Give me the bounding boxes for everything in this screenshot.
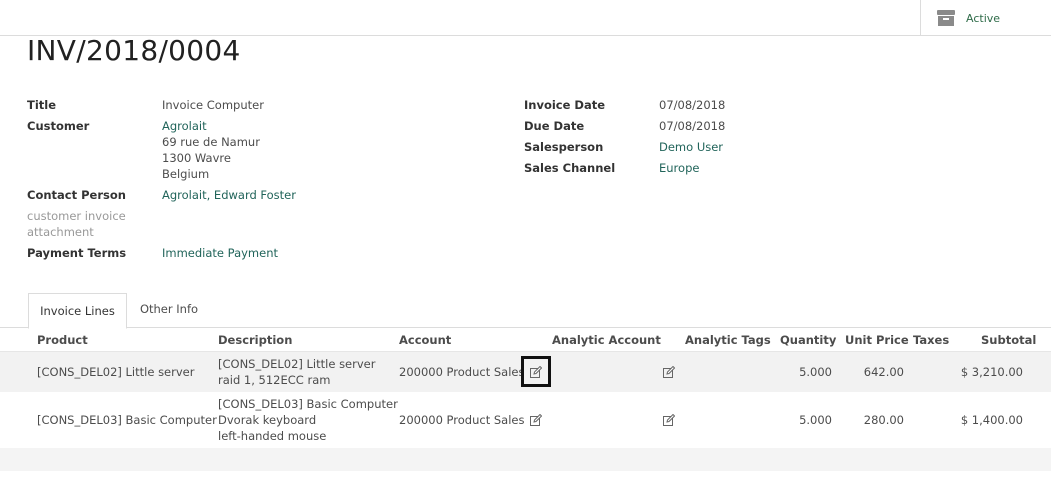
focus-highlight: [521, 356, 551, 387]
attachment-label: customer invoice: [27, 209, 126, 223]
table-header: Product Description Account Analytic Acc…: [0, 329, 1051, 351]
cell-unit-price: 642.00: [863, 365, 904, 379]
customer-link[interactable]: Agrolait: [162, 118, 207, 134]
column-header-description[interactable]: Description: [218, 333, 292, 347]
customer-label: Customer: [27, 119, 90, 133]
customer-address-line: Belgium: [162, 167, 210, 181]
sales-channel-link[interactable]: Europe: [659, 160, 699, 176]
sales-channel-label: Sales Channel: [524, 161, 616, 175]
table-row-empty[interactable]: [0, 448, 1051, 471]
cell-quantity: 5.000: [799, 365, 832, 379]
payment-terms-label: Payment Terms: [27, 246, 127, 260]
cell-description-line: Dvorak keyboard: [218, 413, 317, 427]
cell-product: [CONS_DEL02] Little server: [37, 365, 195, 379]
cell-description-line: left-handed mouse: [218, 429, 327, 443]
cell-subtotal: $ 1,400.00: [960, 413, 1023, 427]
tab-invoice-lines[interactable]: Invoice Lines: [28, 293, 127, 329]
salesperson-link[interactable]: Demo User: [659, 139, 723, 155]
page-title: INV/2018/0004: [27, 34, 241, 67]
top-bar: Active: [0, 0, 1051, 36]
customer-address-line: 1300 Wavre: [162, 151, 231, 165]
invoice-date-value: 07/08/2018: [659, 98, 726, 112]
title-value: Invoice Computer: [162, 98, 264, 112]
cell-description-line: [CONS_DEL02] Little server: [218, 357, 376, 371]
invoice-date-label: Invoice Date: [524, 98, 606, 112]
column-header-analytic-tags[interactable]: Analytic Tags: [685, 333, 771, 347]
due-date-value: 07/08/2018: [659, 119, 726, 133]
table-row[interactable]: [CONS_DEL03] Basic Computer [CONS_DEL03]…: [0, 392, 1051, 448]
customer-address-line: 69 rue de Namur: [162, 135, 260, 149]
due-date-label: Due Date: [524, 119, 585, 133]
edit-icon[interactable]: [663, 366, 675, 378]
cell-description-line: raid 1, 512ECC ram: [218, 373, 331, 387]
title-label: Title: [27, 98, 57, 112]
notebook-tabs: Invoice Lines Other Info: [0, 291, 1051, 329]
column-header-unit-price[interactable]: Unit Price: [845, 333, 909, 347]
tab-other-info[interactable]: Other Info: [129, 291, 209, 326]
edit-icon[interactable]: [663, 414, 675, 426]
column-header-quantity[interactable]: Quantity: [780, 333, 836, 347]
cell-quantity: 5.000: [799, 413, 832, 427]
contact-person-link[interactable]: Agrolait, Edward Foster: [162, 187, 296, 203]
cell-subtotal: $ 3,210.00: [960, 365, 1023, 379]
column-header-taxes[interactable]: Taxes: [913, 333, 949, 347]
cell-unit-price: 280.00: [863, 413, 904, 427]
cell-account: 200000 Product Sales: [399, 413, 525, 427]
column-header-analytic-account[interactable]: Analytic Account: [552, 333, 661, 347]
status-label: Active: [966, 11, 1001, 25]
column-header-account[interactable]: Account: [399, 333, 451, 347]
payment-terms-link[interactable]: Immediate Payment: [162, 245, 278, 261]
attachment-label: attachment: [27, 225, 94, 239]
edit-icon[interactable]: [530, 414, 542, 426]
column-header-product[interactable]: Product: [37, 333, 88, 347]
cell-product: [CONS_DEL03] Basic Computer: [37, 413, 217, 427]
active-toggle-button[interactable]: Active: [920, 0, 1051, 36]
cell-description-line: [CONS_DEL03] Basic Computer: [218, 397, 398, 411]
contact-person-label: Contact Person: [27, 188, 126, 202]
cell-account: 200000 Product Sales: [399, 365, 525, 379]
archive-icon: [937, 10, 955, 26]
column-header-subtotal[interactable]: Subtotal: [981, 333, 1036, 347]
salesperson-label: Salesperson: [524, 140, 604, 154]
